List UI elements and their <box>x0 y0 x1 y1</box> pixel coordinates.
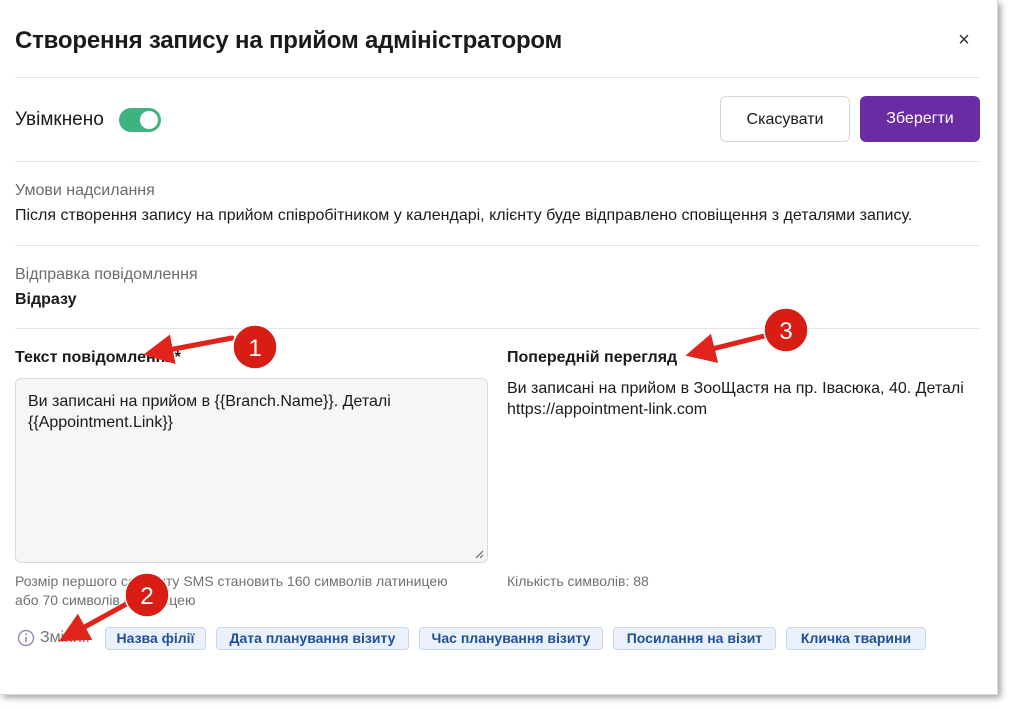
sms-hint-line1: Розмір першого сегменту SMS становить 16… <box>15 573 448 589</box>
message-textarea[interactable]: Ви записані на прийом в {{Branch.Name}}.… <box>15 378 488 563</box>
variable-chip-branch-name[interactable]: Назва філії <box>105 627 206 650</box>
sms-hint-line2: або 70 символів кирилицею <box>15 592 196 608</box>
preview-text: Ви записані на прийом в ЗооЩастя на пр. … <box>507 380 964 418</box>
message-label: Текст повідомлення* <box>15 349 181 366</box>
divider <box>15 328 980 329</box>
divider <box>15 77 980 78</box>
variable-chip-visit-link[interactable]: Посилання на візит <box>613 627 776 650</box>
cancel-button[interactable]: Скасувати <box>720 96 850 142</box>
toggle-knob <box>140 111 158 129</box>
variables-label: Змінні: <box>40 629 90 646</box>
char-count: Кількість символів: 88 <box>507 573 649 589</box>
sending-value: Відразу <box>15 291 77 308</box>
close-icon[interactable]: × <box>953 29 975 51</box>
conditions-label: Умови надсилання <box>15 182 155 199</box>
sending-label: Відправка повідомлення <box>15 266 198 283</box>
message-textarea-value: Ви записані на прийом в {{Branch.Name}}.… <box>28 393 391 431</box>
enabled-toggle[interactable] <box>119 108 161 132</box>
divider <box>15 245 980 246</box>
resize-handle-icon[interactable] <box>474 549 484 559</box>
save-button[interactable]: Зберегти <box>860 96 980 142</box>
enabled-label: Увімкнено <box>15 109 104 130</box>
dialog-title: Створення запису на прийом адміністратор… <box>15 27 563 54</box>
info-icon <box>17 629 35 647</box>
conditions-text: Після створення запису на прийом співроб… <box>15 207 913 224</box>
variable-chip-visit-time[interactable]: Час планування візиту <box>419 627 603 650</box>
divider <box>15 161 980 162</box>
dialog: Створення запису на прийом адміністратор… <box>0 0 998 695</box>
variable-chip-visit-date[interactable]: Дата планування візиту <box>216 627 409 650</box>
preview-label: Попередній перегляд <box>507 349 678 366</box>
variable-chip-pet-name[interactable]: Кличка тварини <box>786 627 926 650</box>
